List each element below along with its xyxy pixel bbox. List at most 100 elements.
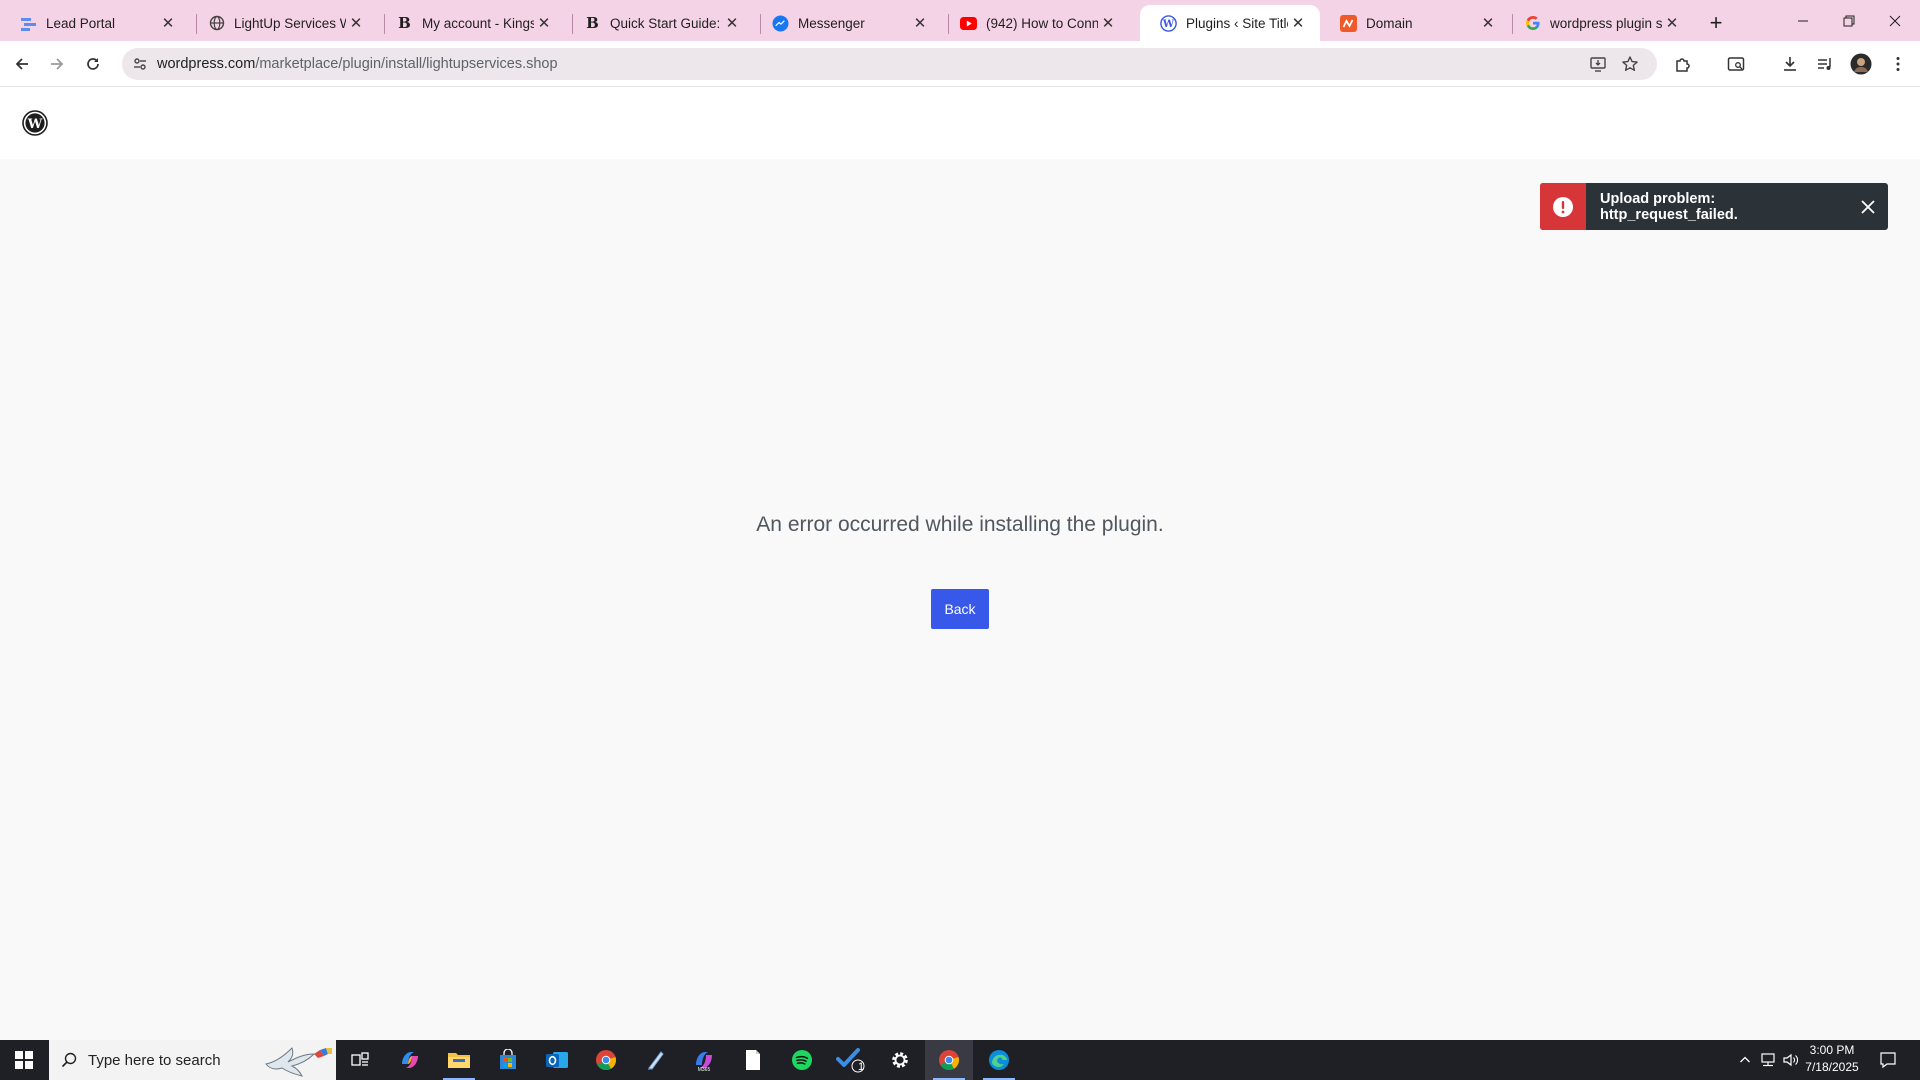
- url-text[interactable]: wordpress.com/marketplace/plugin/install…: [157, 48, 558, 80]
- network-icon: [1761, 1053, 1775, 1067]
- microsoft-365-app[interactable]: M365: [680, 1040, 728, 1080]
- profile-avatar[interactable]: [1845, 48, 1877, 80]
- avatar-icon: [1850, 53, 1872, 75]
- tab-close-icon[interactable]: ✕: [346, 13, 366, 33]
- tab-messenger[interactable]: Messenger ✕: [752, 5, 942, 41]
- search-icon: [59, 1050, 79, 1070]
- puzzle-icon: [1676, 58, 1690, 72]
- back-button[interactable]: Back: [931, 589, 989, 629]
- b-favicon: B: [586, 14, 599, 32]
- tab-close-icon[interactable]: ✕: [1288, 13, 1308, 33]
- tab-youtube[interactable]: (942) How to Connect ✕: [940, 5, 1130, 41]
- store-icon: [500, 1049, 516, 1069]
- tab-lead-portal[interactable]: Lead Portal ✕: [0, 5, 190, 41]
- tab-my-account[interactable]: B My account - KingsPlu ✕: [376, 5, 566, 41]
- spotify-icon: [792, 1050, 812, 1070]
- close-icon: [1861, 199, 1875, 214]
- tab-close-icon[interactable]: ✕: [1478, 13, 1498, 33]
- windows-logo-icon: [15, 1051, 33, 1069]
- reload-icon: [87, 58, 99, 70]
- google-favicon: [1524, 15, 1541, 32]
- notice-close-button[interactable]: [1848, 183, 1888, 230]
- url-path: /marketplace/plugin/install/lightupservi…: [255, 56, 558, 72]
- tab-close-icon[interactable]: ✕: [910, 13, 930, 33]
- todo-badge: 1: [857, 1061, 865, 1073]
- copilot-app[interactable]: [386, 1040, 434, 1080]
- bookmark-star-icon[interactable]: [1618, 52, 1642, 76]
- chrome-icon: [596, 1050, 616, 1071]
- taskbar-search[interactable]: Type here to search: [49, 1040, 336, 1080]
- taskbar-clock[interactable]: 3:00 PM 7/18/2025: [1796, 1042, 1868, 1078]
- site-info-icon[interactable]: [130, 54, 150, 74]
- tab-title: Quick Start Guide: Inst: [610, 15, 722, 31]
- close-window-button[interactable]: [1872, 0, 1918, 41]
- tab-title: LightUp Services Web: [234, 15, 346, 31]
- tab-close-icon[interactable]: ✕: [1662, 13, 1682, 33]
- clock-time: 3:00 PM: [1809, 1043, 1855, 1057]
- youtube-favicon: [960, 15, 977, 32]
- edge-app[interactable]: [975, 1040, 1023, 1080]
- upload-error-notice: Upload problem: http_request_failed.: [1540, 183, 1888, 230]
- m365-icon: M365: [696, 1052, 712, 1072]
- gear-icon: [892, 1052, 908, 1068]
- tab-google-search[interactable]: wordpress plugin sina ✕: [1504, 5, 1694, 41]
- network-tray-button[interactable]: [1756, 1040, 1780, 1080]
- minimize-icon: [1798, 20, 1808, 21]
- new-tab-button[interactable]: +: [1702, 9, 1730, 37]
- restore-button[interactable]: [1826, 0, 1872, 41]
- notification-icon: [1880, 1052, 1896, 1069]
- tab-quick-start-guide[interactable]: B Quick Start Guide: Inst ✕: [564, 5, 754, 41]
- forward-nav-button[interactable]: [41, 48, 73, 80]
- wordpress-logo-icon[interactable]: W: [22, 110, 48, 136]
- file-explorer-app[interactable]: [435, 1040, 483, 1080]
- chrome-app-active[interactable]: [925, 1040, 973, 1080]
- svg-text:W: W: [27, 117, 43, 132]
- tab-close-icon[interactable]: ✕: [722, 13, 742, 33]
- install-app-icon[interactable]: [1586, 52, 1610, 76]
- notice-message: Upload problem: http_request_failed.: [1600, 190, 1738, 223]
- edge-icon: [989, 1050, 1009, 1070]
- outlook-app[interactable]: [533, 1040, 581, 1080]
- minimize-button[interactable]: [1780, 0, 1826, 41]
- extensions-button[interactable]: [1667, 48, 1699, 80]
- tab-plugins-active[interactable]: W Plugins ‹ Site Title — ✕: [1140, 5, 1320, 41]
- media-control-button[interactable]: [1809, 48, 1841, 80]
- error-icon: [1540, 183, 1586, 230]
- url-domain: wordpress.com: [157, 56, 256, 72]
- spotify-app[interactable]: [778, 1040, 826, 1080]
- lead-portal-favicon: [20, 15, 37, 32]
- tab-close-icon[interactable]: ✕: [1098, 13, 1118, 33]
- show-hidden-icons-button[interactable]: [1734, 1040, 1756, 1080]
- downloads-button[interactable]: [1774, 48, 1806, 80]
- tab-title: My account - KingsPlu: [422, 15, 534, 31]
- browser-menu-button[interactable]: [1882, 48, 1914, 80]
- start-button[interactable]: [0, 1040, 48, 1080]
- tab-close-icon[interactable]: ✕: [158, 13, 178, 33]
- reload-button[interactable]: [77, 48, 109, 80]
- tab-search-button[interactable]: [1720, 48, 1752, 80]
- tab-close-icon[interactable]: ✕: [534, 13, 554, 33]
- todo-app[interactable]: 1: [827, 1040, 875, 1080]
- blank-document-app[interactable]: [729, 1040, 777, 1080]
- search-placeholder: Type here to search: [88, 1051, 221, 1069]
- search-highlight-bird-icon: [265, 1047, 332, 1077]
- tab-lightup-services[interactable]: LightUp Services Web ✕: [188, 5, 378, 41]
- messenger-favicon: [772, 15, 789, 32]
- microsoft-store-app[interactable]: [484, 1040, 532, 1080]
- more-vert-icon: [1896, 57, 1900, 71]
- task-view-button[interactable]: [336, 1040, 384, 1080]
- svg-text:M365: M365: [698, 1067, 711, 1072]
- chevron-up-icon: [1740, 1056, 1750, 1063]
- settings-app[interactable]: [876, 1040, 924, 1080]
- tab-title: (942) How to Connect: [986, 15, 1098, 31]
- arrow-left-icon: [15, 58, 28, 70]
- back-nav-button[interactable]: [6, 48, 38, 80]
- chrome-app[interactable]: [582, 1040, 630, 1080]
- tab-search-icon: [1727, 57, 1745, 71]
- notes-app[interactable]: [631, 1040, 679, 1080]
- close-icon: [1889, 15, 1901, 26]
- tab-domain[interactable]: Domain ✕: [1320, 5, 1510, 41]
- notification-center-button[interactable]: [1870, 1040, 1906, 1080]
- address-bar[interactable]: wordpress.com/marketplace/plugin/install…: [122, 48, 1657, 80]
- tab-title: Messenger: [798, 15, 865, 31]
